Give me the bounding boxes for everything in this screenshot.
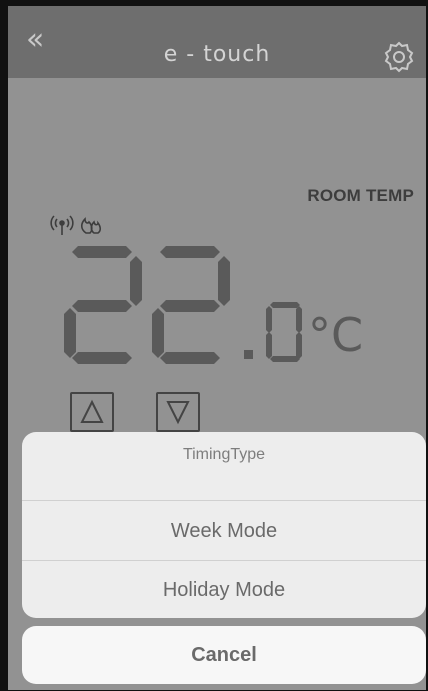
room-temp-label: ROOM TEMP	[307, 186, 414, 205]
gear-icon[interactable]	[382, 40, 416, 74]
app-screen: « e - touch ROOM TEMP °C TimingType Week…	[8, 6, 426, 690]
divider	[22, 500, 426, 501]
cancel-button[interactable]: Cancel	[22, 626, 426, 684]
wireless-signal-icon	[50, 215, 74, 235]
temperature-digit-1	[64, 246, 142, 364]
temperature-up-button[interactable]	[70, 392, 114, 432]
triangle-down-icon	[166, 401, 190, 425]
triangle-up-icon	[80, 399, 104, 423]
holiday-mode-option[interactable]: Holiday Mode	[22, 561, 426, 618]
decimal-point	[244, 350, 253, 359]
week-mode-option[interactable]: Week Mode	[22, 502, 426, 560]
temperature-display	[64, 246, 302, 364]
temperature-digit-2	[152, 246, 230, 364]
status-icons	[50, 215, 102, 235]
temperature-down-button[interactable]	[156, 392, 200, 432]
navigation-bar: « e - touch	[8, 6, 426, 78]
temperature-unit: °C	[308, 308, 364, 362]
app-title: e - touch	[163, 42, 271, 67]
timing-type-action-sheet: TimingType Week Mode Holiday Mode	[22, 432, 426, 618]
action-sheet-title: TimingType	[182, 446, 266, 463]
flame-icon	[80, 217, 102, 234]
temperature-decimal-digit	[266, 302, 302, 362]
